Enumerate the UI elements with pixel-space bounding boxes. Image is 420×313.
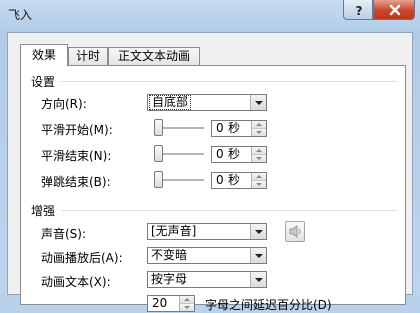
after-animation-value: 不变暗 xyxy=(151,248,188,262)
slider-thumb[interactable] xyxy=(154,119,163,136)
sound-preview-button[interactable] xyxy=(285,221,305,242)
spin-down-icon[interactable] xyxy=(252,181,266,188)
spinner-unit: 秒 xyxy=(228,121,241,135)
spinner-value: 0 xyxy=(216,121,224,135)
smooth-end-slider[interactable] xyxy=(154,145,204,163)
close-icon xyxy=(389,4,401,16)
direction-dropdown[interactable]: 自底部 xyxy=(147,94,267,111)
settings-divider xyxy=(61,81,397,82)
spinner-unit: 秒 xyxy=(228,147,241,161)
settings-group-label: 设置 xyxy=(31,75,56,89)
smooth-end-spinner[interactable]: 0 秒 xyxy=(211,146,267,163)
spin-down-icon[interactable] xyxy=(180,304,194,311)
sound-value: [无声音] xyxy=(151,224,197,238)
help-button[interactable]: ? xyxy=(343,0,373,20)
sound-dropdown[interactable]: [无声音] xyxy=(147,223,267,240)
window-title: 飞入 xyxy=(8,8,33,22)
chevron-down-icon[interactable] xyxy=(250,95,266,110)
chevron-down-icon[interactable] xyxy=(250,248,266,263)
direction-value: 自底部 xyxy=(149,95,192,110)
svg-text:?: ? xyxy=(356,4,363,18)
after-animation-dropdown[interactable]: 不变暗 xyxy=(147,247,267,264)
sound-label: 声音(S): xyxy=(41,227,87,241)
spin-down-icon[interactable] xyxy=(252,129,266,136)
bounce-end-slider[interactable] xyxy=(154,171,204,189)
smooth-start-spinner[interactable]: 0 秒 xyxy=(211,120,267,137)
animate-text-label: 动画文本(X): xyxy=(41,275,111,289)
chevron-down-icon[interactable] xyxy=(250,224,266,239)
spin-up-icon[interactable] xyxy=(180,296,194,304)
bounce-end-label: 弹跳结束(B): xyxy=(41,175,111,189)
enhancements-group-label: 增强 xyxy=(31,204,56,218)
chevron-down-icon[interactable] xyxy=(250,272,266,287)
direction-label: 方向(R): xyxy=(41,97,87,111)
tab-effect[interactable]: 效果 xyxy=(20,44,68,66)
after-animation-label: 动画播放后(A): xyxy=(41,251,123,265)
tab-timing[interactable]: 计时 xyxy=(68,47,108,65)
animate-text-value: 按字母 xyxy=(151,272,188,286)
spinner-value: 0 xyxy=(216,147,224,161)
tab-text-animation[interactable]: 正文文本动画 xyxy=(108,47,200,65)
letter-delay-spinner[interactable]: 20 xyxy=(147,295,195,312)
slider-thumb[interactable] xyxy=(154,145,163,162)
bounce-end-spinner[interactable]: 0 秒 xyxy=(211,172,267,189)
spinner-unit: 秒 xyxy=(228,173,241,187)
smooth-end-label: 平滑结束(N): xyxy=(41,149,112,163)
letter-delay-label: 字母之间延迟百分比(D) xyxy=(205,298,332,312)
smooth-start-label: 平滑开始(M): xyxy=(41,123,113,137)
spin-up-icon[interactable] xyxy=(252,121,266,129)
speaker-icon xyxy=(289,225,301,238)
effect-panel: 设置 方向(R): 自底部 平滑开始(M): 0 秒 平滑结束(N): 0 秒 … xyxy=(20,65,406,312)
question-icon: ? xyxy=(356,4,363,18)
spinner-value: 0 xyxy=(216,173,224,187)
close-button[interactable] xyxy=(373,0,415,20)
spinner-value: 20 xyxy=(152,296,168,310)
spin-up-icon[interactable] xyxy=(252,147,266,155)
smooth-start-slider[interactable] xyxy=(154,119,204,137)
slider-thumb[interactable] xyxy=(154,171,163,188)
enhancements-divider xyxy=(61,210,397,211)
spin-up-icon[interactable] xyxy=(252,173,266,181)
spin-down-icon[interactable] xyxy=(252,155,266,162)
dialog-client-area: 效果 计时 正文文本动画 设置 方向(R): 自底部 平滑开始(M): 0 秒 … xyxy=(7,32,413,312)
animate-text-dropdown[interactable]: 按字母 xyxy=(147,271,267,288)
